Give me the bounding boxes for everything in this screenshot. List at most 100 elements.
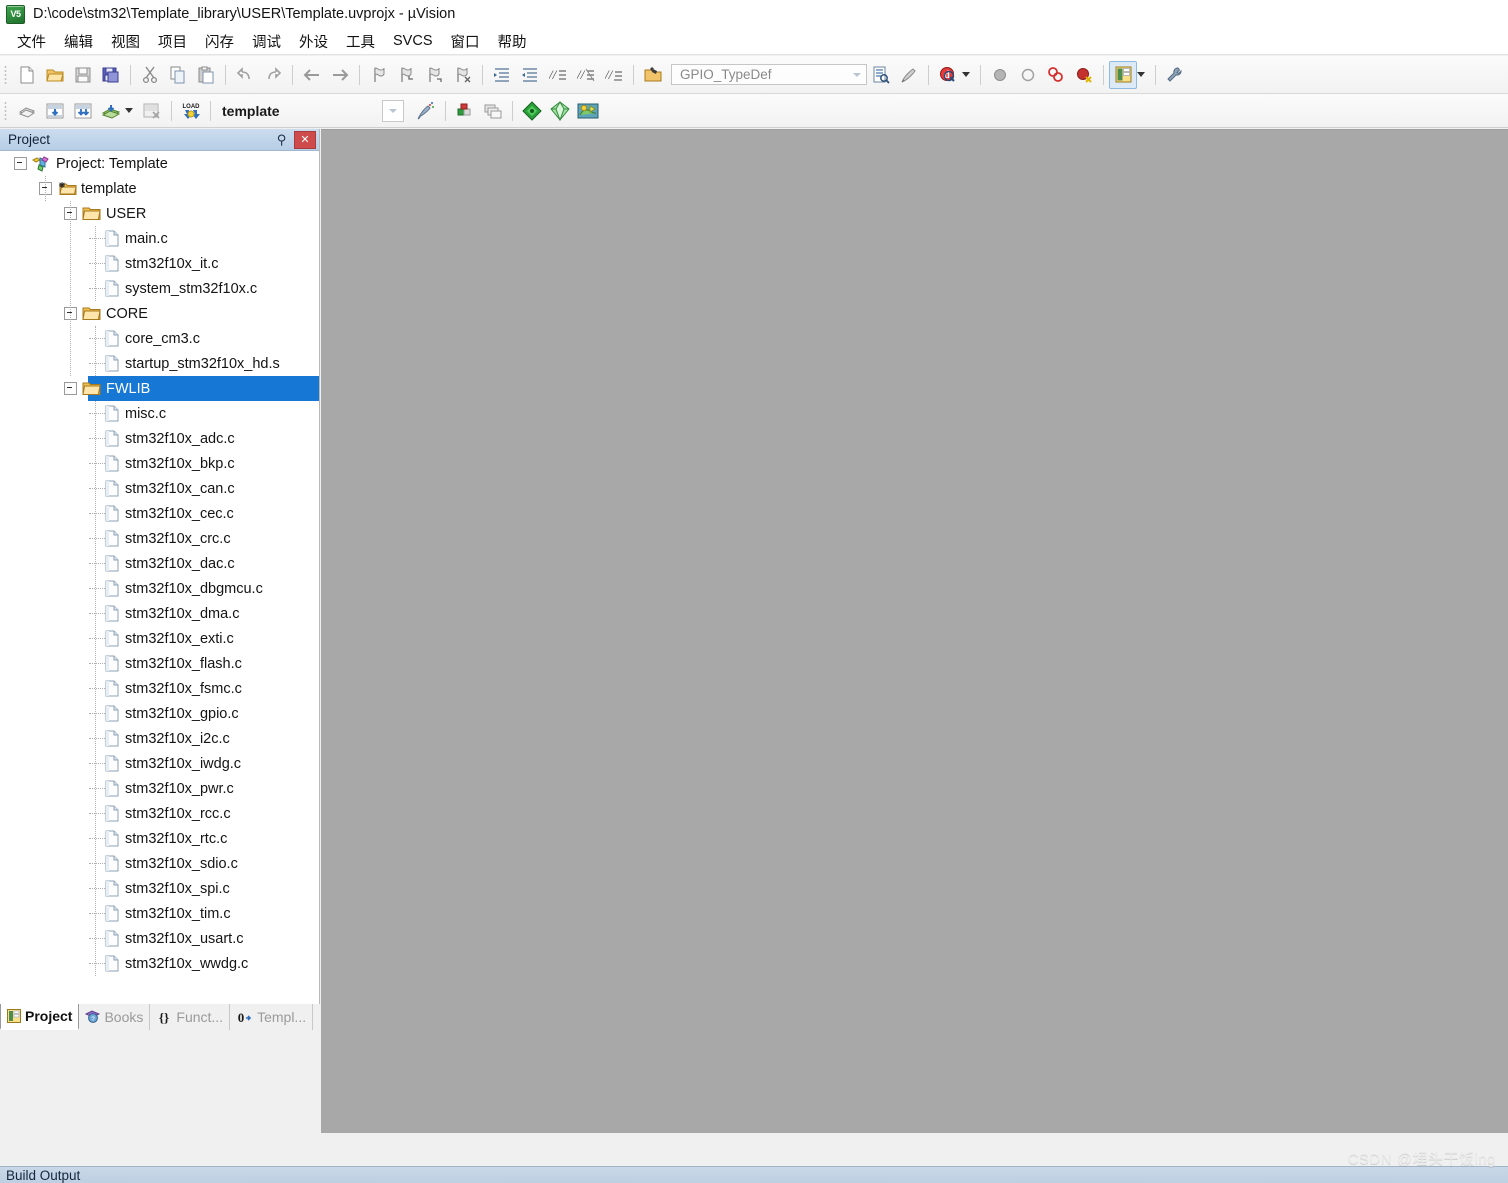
cut-icon[interactable]: [136, 61, 164, 89]
tree-item-file[interactable]: stm32f10x_i2c.c: [0, 726, 319, 751]
batch-build-icon[interactable]: [97, 97, 125, 125]
new-file-icon[interactable]: [13, 61, 41, 89]
comment-block-icon[interactable]: //: [544, 61, 572, 89]
next-bookmark-icon[interactable]: [421, 61, 449, 89]
menu-project[interactable]: 项目: [149, 29, 196, 54]
rebuild-all-icon[interactable]: [69, 97, 97, 125]
menu-window[interactable]: 窗口: [442, 29, 489, 54]
indent-left-icon[interactable]: [516, 61, 544, 89]
editor-area[interactable]: [321, 129, 1508, 1133]
close-icon[interactable]: ✕: [294, 130, 316, 149]
tree-item-file[interactable]: stm32f10x_exti.c: [0, 626, 319, 651]
chevron-down-icon[interactable]: [1137, 72, 1145, 77]
collapse-toggle-icon[interactable]: [14, 157, 27, 170]
tree-item-file[interactable]: stm32f10x_it.c: [0, 251, 319, 276]
manage-project-items-icon[interactable]: [412, 97, 440, 125]
previous-bookmark-icon[interactable]: [393, 61, 421, 89]
tree-item-file[interactable]: stm32f10x_crc.c: [0, 526, 319, 551]
navigate-back-icon[interactable]: [298, 61, 326, 89]
tree-item-file[interactable]: stm32f10x_iwdg.c: [0, 751, 319, 776]
chevron-down-icon[interactable]: [962, 72, 970, 77]
tree-item-file[interactable]: stm32f10x_dbgmcu.c: [0, 576, 319, 601]
translate-file-icon[interactable]: [13, 97, 41, 125]
pin-icon[interactable]: ⚲: [273, 131, 290, 148]
tree-item-file[interactable]: misc.c: [0, 401, 319, 426]
redo-icon[interactable]: [259, 61, 287, 89]
target-options-icon[interactable]: [518, 97, 546, 125]
clear-bookmarks-icon[interactable]: [449, 61, 477, 89]
symbol-search-combo[interactable]: GPIO_TypeDef: [671, 64, 867, 85]
paste-icon[interactable]: [192, 61, 220, 89]
tree-item-file[interactable]: stm32f10x_pwr.c: [0, 776, 319, 801]
menu-flash[interactable]: 闪存: [196, 29, 243, 54]
kill-all-breakpoints-icon[interactable]: [1070, 61, 1098, 89]
tree-item-file[interactable]: stm32f10x_tim.c: [0, 901, 319, 926]
menu-svcs[interactable]: SVCS: [384, 31, 442, 51]
menu-peripherals[interactable]: 外设: [290, 29, 337, 54]
tree-item-file[interactable]: core_cm3.c: [0, 326, 319, 351]
tree-item-file[interactable]: stm32f10x_gpio.c: [0, 701, 319, 726]
start-debug-session-icon[interactable]: d: [934, 61, 962, 89]
project-window-toggle-icon[interactable]: [1109, 60, 1137, 89]
packs-installer-icon[interactable]: [574, 97, 602, 125]
tree-item-file[interactable]: stm32f10x_wwdg.c: [0, 951, 319, 976]
save-icon[interactable]: [69, 61, 97, 89]
stop-build-icon[interactable]: [138, 97, 166, 125]
toggle-bookmark-icon[interactable]: [365, 61, 393, 89]
menu-edit[interactable]: 编辑: [55, 29, 102, 54]
collapse-toggle-icon[interactable]: [64, 382, 77, 395]
menu-help[interactable]: 帮助: [489, 29, 536, 54]
menu-view[interactable]: 视图: [102, 29, 149, 54]
navigate-forward-icon[interactable]: [326, 61, 354, 89]
manage-run-time-environment-icon[interactable]: [451, 97, 479, 125]
indent-right-icon[interactable]: [488, 61, 516, 89]
tree-item-folder[interactable]: Project: Template: [0, 151, 319, 176]
tree-item-folder[interactable]: CORE: [0, 301, 319, 326]
undo-icon[interactable]: [231, 61, 259, 89]
tree-item-file[interactable]: stm32f10x_spi.c: [0, 876, 319, 901]
menu-debug[interactable]: 调试: [243, 29, 290, 54]
tree-item-file[interactable]: stm32f10x_adc.c: [0, 426, 319, 451]
target-select-combo[interactable]: template: [222, 99, 404, 122]
chevron-down-icon[interactable]: [125, 108, 133, 113]
save-all-icon[interactable]: [97, 61, 125, 89]
tree-item-file[interactable]: stm32f10x_usart.c: [0, 926, 319, 951]
tree-item-file[interactable]: stm32f10x_rtc.c: [0, 826, 319, 851]
menu-file[interactable]: 文件: [8, 29, 55, 54]
tree-item-file[interactable]: stm32f10x_dma.c: [0, 601, 319, 626]
tab-functions[interactable]: {} Funct...: [150, 1004, 231, 1030]
tree-item-file[interactable]: stm32f10x_bkp.c: [0, 451, 319, 476]
insert-breakpoint-icon[interactable]: [986, 61, 1014, 89]
tree-item-folder[interactable]: template: [0, 176, 319, 201]
tree-item-file[interactable]: stm32f10x_can.c: [0, 476, 319, 501]
components-env-books-icon[interactable]: [546, 97, 574, 125]
tab-project[interactable]: Project: [0, 1004, 80, 1030]
enable-breakpoint-icon[interactable]: [1014, 61, 1042, 89]
copy-icon[interactable]: [164, 61, 192, 89]
chevron-down-icon[interactable]: [848, 65, 866, 84]
menu-tools[interactable]: 工具: [337, 29, 384, 54]
toolbar-grip[interactable]: [2, 63, 10, 86]
tab-books[interactable]: ? Books: [79, 1004, 151, 1030]
comment-strike-icon[interactable]: //: [600, 61, 628, 89]
disable-all-breakpoints-icon[interactable]: [1042, 61, 1070, 89]
tree-item-file[interactable]: stm32f10x_cec.c: [0, 501, 319, 526]
tree-item-file[interactable]: stm32f10x_dac.c: [0, 551, 319, 576]
build-target-icon[interactable]: [41, 97, 69, 125]
chevron-down-icon[interactable]: [382, 99, 404, 122]
project-tree[interactable]: Project: Template template USER main.c stm32…: [0, 151, 319, 1109]
select-software-packs-icon[interactable]: [479, 97, 507, 125]
tree-item-file[interactable]: stm32f10x_flash.c: [0, 651, 319, 676]
configuration-wizard-icon[interactable]: [895, 61, 923, 89]
tree-item-file[interactable]: system_stm32f10x.c: [0, 276, 319, 301]
tree-item-file[interactable]: main.c: [0, 226, 319, 251]
toolbar-grip[interactable]: [2, 99, 10, 122]
find-in-files-icon[interactable]: [867, 61, 895, 89]
tree-item-folder[interactable]: USER: [0, 201, 319, 226]
tree-item-file[interactable]: stm32f10x_rcc.c: [0, 801, 319, 826]
tree-item-file[interactable]: stm32f10x_sdio.c: [0, 851, 319, 876]
tab-templates[interactable]: 0 Templ...: [230, 1004, 314, 1030]
download-to-flash-icon[interactable]: LOAD: [177, 97, 205, 125]
browse-symbol-icon[interactable]: [639, 61, 667, 89]
tree-item-folder[interactable]: FWLIB: [0, 376, 319, 401]
